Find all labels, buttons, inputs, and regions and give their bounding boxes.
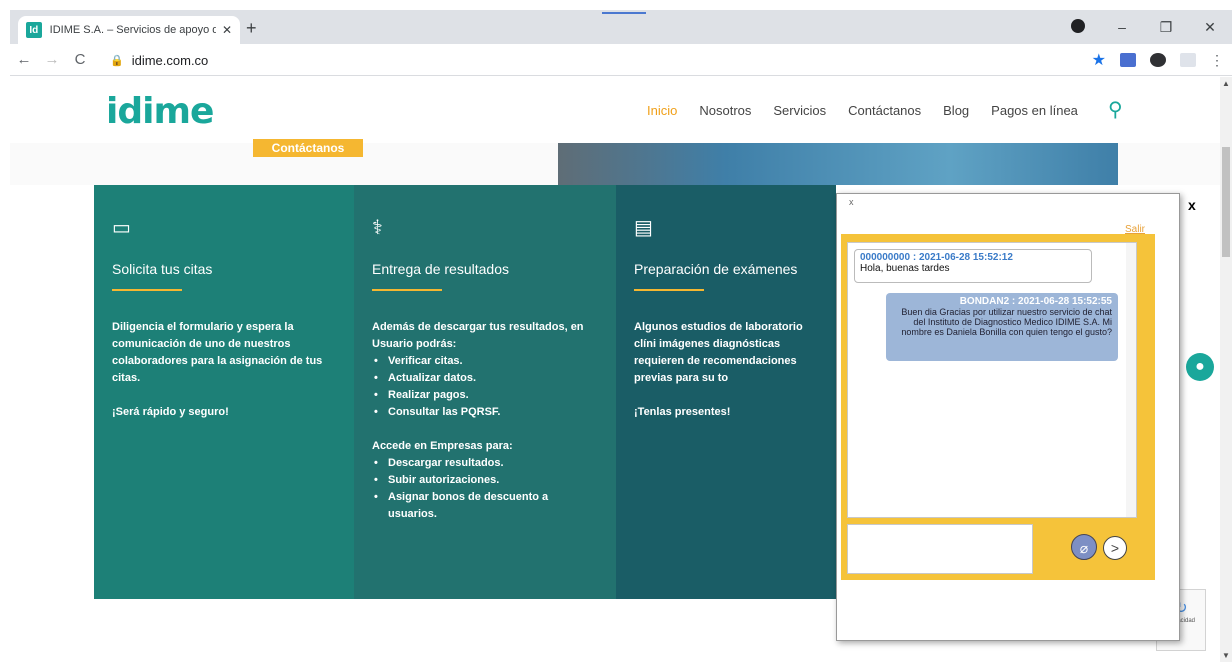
- reload-icon[interactable]: C: [66, 51, 94, 68]
- browser-toolbar: ← → C 🔒 idime.com.co ★ ⋮: [10, 44, 1232, 76]
- chat-message-input[interactable]: [847, 524, 1033, 574]
- scroll-down-icon[interactable]: ▼: [1222, 651, 1230, 660]
- attach-paperclip-icon[interactable]: ⌀: [1071, 534, 1097, 560]
- list-item: Verificar citas.: [372, 353, 598, 370]
- card-text: ¡Tenlas presentes!: [634, 406, 731, 418]
- message-sender: BONDAN2 : 2021-06-28 15:52:55: [959, 296, 1112, 307]
- back-icon[interactable]: ←: [10, 51, 38, 68]
- card-preparacion: ▤ Preparación de exámenes Algunos estudi…: [616, 185, 836, 599]
- message-sender: 000000000 : 2021-06-28 15:52:12: [860, 252, 1013, 263]
- list-item: Subir autorizaciones.: [372, 472, 598, 489]
- page-viewport: idime Inicio Nosotros Servicios Contácta…: [10, 77, 1220, 662]
- chat-message-agent: BONDAN2 : 2021-06-28 15:52:55 Buen dia G…: [886, 293, 1118, 361]
- message-text: Buen dia Gracias por utilizar nuestro se…: [901, 307, 1112, 337]
- results-icon: ⚕: [372, 217, 383, 239]
- card-text: Además de descargar tus resultados, en U…: [372, 321, 584, 350]
- message-text: Hola, buenas tardes: [860, 263, 950, 274]
- card-text: Algunos estudios de laboratorio clíni im…: [634, 321, 803, 384]
- tab-title: IDIME S.A. – Servicios de apoyo d: [49, 24, 216, 36]
- window-controls: – ❐ ✕: [1056, 10, 1232, 44]
- hero-photo: [558, 143, 1118, 185]
- url-text: idime.com.co: [131, 52, 209, 68]
- chat-scrollbar[interactable]: [1126, 243, 1136, 517]
- card-divider: [372, 289, 442, 291]
- menu-icon[interactable]: ⋮: [1210, 52, 1224, 69]
- nav-inicio[interactable]: Inicio: [647, 103, 677, 118]
- browser-tab[interactable]: Id IDIME S.A. – Servicios de apoyo d ✕: [18, 16, 240, 44]
- chat-close-button[interactable]: x: [849, 197, 854, 207]
- card-text: Accede en Empresas para:: [372, 440, 513, 452]
- card-divider: [112, 289, 182, 291]
- close-window-icon[interactable]: ✕: [1188, 19, 1232, 36]
- profile-icon[interactable]: [1056, 18, 1100, 36]
- extension-translate-icon[interactable]: [1120, 53, 1136, 67]
- new-tab-button[interactable]: +: [246, 18, 257, 39]
- card-title: Preparación de exámenes: [634, 261, 798, 277]
- card-list: Descargar resultados. Subir autorizacion…: [372, 455, 598, 523]
- tab-strip: Id IDIME S.A. – Servicios de apoyo d ✕ +…: [10, 10, 1232, 44]
- extension-puzzle-icon[interactable]: [1150, 53, 1166, 67]
- service-cards: ▭ Solicita tus citas Diligencia el formu…: [94, 185, 836, 599]
- chat-bubble-icon[interactable]: ●: [1186, 353, 1214, 381]
- nav-contactanos[interactable]: Contáctanos: [848, 103, 921, 118]
- card-body: Algunos estudios de laboratorio clíni im…: [634, 319, 818, 421]
- restore-icon[interactable]: ❐: [1144, 19, 1188, 36]
- card-resultados: ⚕ Entrega de resultados Además de descar…: [354, 185, 616, 599]
- card-text: Diligencia el formulario y espera la com…: [112, 321, 323, 384]
- list-item: Consultar las PQRSF.: [372, 404, 598, 421]
- bookmark-star-icon[interactable]: ★: [1092, 50, 1106, 70]
- toolbar-actions: ★ ⋮: [1092, 44, 1224, 76]
- hero-contact-button[interactable]: Contáctanos: [253, 139, 363, 157]
- list-item: Realizar pagos.: [372, 387, 598, 404]
- site-logo[interactable]: idime: [106, 91, 214, 132]
- minimize-icon[interactable]: –: [1100, 19, 1144, 35]
- nav-servicios[interactable]: Servicios: [773, 103, 826, 118]
- extension-idime-icon[interactable]: [1180, 53, 1196, 67]
- list-item: Asignar bonos de descuento a usuarios.: [372, 489, 598, 523]
- nav-blog[interactable]: Blog: [943, 103, 969, 118]
- calendar-icon: ▭: [112, 217, 131, 239]
- chat-window: x Salir 000000000 : 2021-06-28 15:52:12 …: [836, 193, 1180, 641]
- scrollbar-thumb[interactable]: [1222, 147, 1230, 257]
- site-favicon-icon: Id: [26, 22, 42, 38]
- forward-icon[interactable]: →: [38, 51, 66, 68]
- hero-banner: [10, 143, 1220, 185]
- page-scrollbar[interactable]: ▲ ▼: [1220, 77, 1232, 662]
- list-item: Descargar resultados.: [372, 455, 598, 472]
- lock-icon: 🔒: [110, 54, 124, 67]
- list-item: Actualizar datos.: [372, 370, 598, 387]
- card-list: Verificar citas. Actualizar datos. Reali…: [372, 353, 598, 421]
- document-icon: ▤: [634, 217, 653, 239]
- scroll-up-icon[interactable]: ▲: [1222, 79, 1230, 88]
- send-button[interactable]: >: [1103, 536, 1127, 560]
- card-title: Entrega de resultados: [372, 261, 509, 277]
- card-body: Además de descargar tus resultados, en U…: [372, 319, 598, 523]
- overlay-close-button[interactable]: x: [1188, 197, 1196, 213]
- chat-log[interactable]: 000000000 : 2021-06-28 15:52:12 Hola, bu…: [847, 242, 1137, 518]
- card-citas: ▭ Solicita tus citas Diligencia el formu…: [94, 185, 354, 599]
- card-divider: [634, 289, 704, 291]
- main-nav: Inicio Nosotros Servicios Contáctanos Bl…: [647, 103, 1078, 118]
- card-title: Solicita tus citas: [112, 261, 213, 277]
- site-header: idime Inicio Nosotros Servicios Contácta…: [10, 77, 1220, 147]
- search-icon[interactable]: ⚲: [1108, 97, 1123, 122]
- tab-close-icon[interactable]: ✕: [222, 23, 232, 37]
- chat-frame: 000000000 : 2021-06-28 15:52:12 Hola, bu…: [841, 234, 1155, 580]
- card-text: ¡Será rápido y seguro!: [112, 406, 229, 418]
- tab-drag-indicator: [602, 12, 646, 14]
- card-body: Diligencia el formulario y espera la com…: [112, 319, 336, 421]
- nav-pagos-en-linea[interactable]: Pagos en línea: [991, 103, 1078, 118]
- address-bar[interactable]: 🔒 idime.com.co: [110, 47, 1120, 73]
- chat-message-user: 000000000 : 2021-06-28 15:52:12 Hola, bu…: [854, 249, 1092, 283]
- nav-nosotros[interactable]: Nosotros: [699, 103, 751, 118]
